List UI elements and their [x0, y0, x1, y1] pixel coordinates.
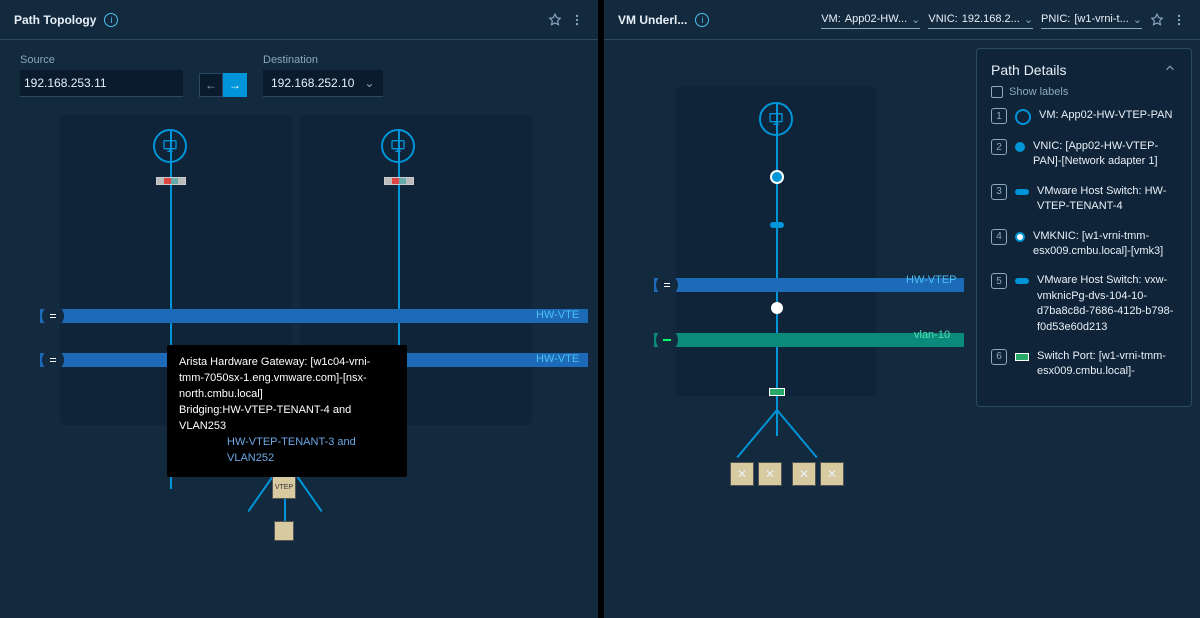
step-number: 1	[991, 108, 1007, 124]
select-value: [w1-vrni-t...	[1074, 13, 1128, 25]
router-icon[interactable]: ✕	[730, 462, 754, 486]
path-detail-item: 6 Switch Port: [w1-vrni-tmm-esx009.cmbu.…	[991, 349, 1177, 380]
select-prefix: PNIC:	[1041, 13, 1070, 25]
hbar-label: HW-VTE	[536, 353, 579, 365]
select-prefix: VNIC:	[928, 13, 957, 25]
left-panel-header: Path Topology i	[0, 0, 598, 40]
source-label: Source	[20, 54, 183, 66]
step-number: 4	[991, 229, 1007, 245]
path-detail-item: 2 VNIC: [App02-HW-VTEP-PAN]-[Network ada…	[991, 139, 1177, 170]
step-text[interactable]: VMware Host Switch: HW-VTEP-TENANT-4	[1037, 184, 1177, 215]
tooltip-line: HW-VTEP-TENANT-3 and VLAN252	[179, 435, 395, 467]
hbar-label: HW-VTEP	[906, 274, 957, 286]
info-icon[interactable]: i	[104, 13, 118, 27]
info-icon[interactable]: i	[695, 13, 709, 27]
node-tooltip: Arista Hardware Gateway: [w1c04-vrni-tmm…	[167, 345, 407, 477]
router-label: VTEP	[275, 484, 293, 491]
topology-vline	[776, 409, 817, 458]
step-icon-switch	[1015, 189, 1029, 195]
path-details-panel: Path Details Show labels 1 VM: App02-HW-…	[976, 48, 1192, 407]
step-text[interactable]: VNIC: [App02-HW-VTEP-PAN]-[Network adapt…	[1033, 139, 1177, 170]
destination-field-group: Destination 192.168.252.10 ⌄	[263, 54, 383, 97]
right-panel-header: VM Underl... i VM: App02-HW... ⌄ VNIC: 1…	[604, 0, 1200, 40]
step-text[interactable]: VMware Host Switch: vxw-vmknicPg-dvs-104…	[1037, 273, 1177, 335]
vnic-select[interactable]: VNIC: 192.168.2... ⌄	[928, 11, 1033, 29]
hbar-label: HW-VTE	[536, 309, 579, 321]
pin-icon[interactable]	[1150, 13, 1164, 27]
checkbox-icon	[991, 86, 1003, 98]
router-icon[interactable]: VTEP	[272, 475, 296, 499]
topology-vline	[736, 409, 777, 458]
chevron-down-icon: ⌄	[364, 76, 374, 90]
show-labels-checkbox[interactable]: Show labels	[991, 86, 1177, 98]
step-icon-vmknic	[1015, 232, 1025, 242]
step-text[interactable]: VMKNIC: [w1-vrni-tmm-esx009.cmbu.local]-…	[1033, 229, 1177, 260]
select-prefix: VM:	[821, 13, 841, 25]
direction-right-button[interactable]: →	[223, 73, 247, 97]
hbar-top[interactable]	[40, 309, 588, 323]
destination-select[interactable]: 192.168.252.10 ⌄	[263, 70, 383, 97]
select-value: App02-HW...	[845, 13, 907, 25]
step-icon-vm	[1015, 109, 1031, 125]
pin-icon[interactable]	[548, 13, 562, 27]
destination-label: Destination	[263, 54, 383, 66]
show-labels-text: Show labels	[1009, 86, 1068, 98]
collapse-icon[interactable]	[1163, 61, 1177, 78]
host-switch-icon[interactable]	[770, 222, 784, 228]
vm-select[interactable]: VM: App02-HW... ⌄	[821, 11, 920, 29]
vm-icon[interactable]	[759, 102, 793, 136]
router-icon[interactable]: ✕	[820, 462, 844, 486]
source-input[interactable]	[20, 70, 183, 97]
vnic-icon[interactable]	[156, 177, 186, 185]
destination-value: 192.168.252.10	[271, 76, 354, 90]
address-controls: Source ← → Destination 192.168.252.10 ⌄	[0, 40, 598, 115]
direction-left-button[interactable]: ←	[199, 73, 223, 97]
left-topology-canvas[interactable]: HW-VTE HW-VTE VTEP Arista Hardware Gatew…	[0, 115, 598, 618]
step-icon-port	[1015, 353, 1029, 361]
switch-icon	[42, 349, 64, 371]
step-icon-switch	[1015, 278, 1029, 284]
router-icon[interactable]: ✕	[792, 462, 816, 486]
step-number: 3	[991, 184, 1007, 200]
vnic-dot-icon[interactable]	[770, 170, 784, 184]
step-text[interactable]: VM: App02-HW-VTEP-PAN	[1039, 108, 1172, 123]
more-icon[interactable]	[570, 13, 584, 27]
path-topology-panel: Path Topology i Source ← → Destination 1…	[0, 0, 598, 618]
more-icon[interactable]	[1172, 13, 1186, 27]
select-value: 192.168.2...	[962, 13, 1020, 25]
chevron-down-icon: ⌄	[911, 13, 920, 26]
step-number: 5	[991, 273, 1007, 289]
vlan-icon	[656, 329, 678, 351]
path-details-title: Path Details	[991, 62, 1066, 78]
router-icon[interactable]	[274, 521, 294, 541]
vmknic-dot-icon[interactable]	[771, 302, 783, 314]
chevron-down-icon: ⌄	[1024, 13, 1033, 26]
switch-icon	[42, 305, 64, 327]
path-detail-item: 5 VMware Host Switch: vxw-vmknicPg-dvs-1…	[991, 273, 1177, 335]
step-icon-vnic	[1015, 142, 1025, 152]
router-icon[interactable]: ✕	[758, 462, 782, 486]
tooltip-line: Arista Hardware Gateway: [w1c04-vrni-tmm…	[179, 355, 395, 403]
vnic-icon[interactable]	[384, 177, 414, 185]
left-panel-title: Path Topology	[14, 13, 96, 27]
vm-underlay-panel: VM Underl... i VM: App02-HW... ⌄ VNIC: 1…	[604, 0, 1200, 618]
path-detail-item: 4 VMKNIC: [w1-vrni-tmm-esx009.cmbu.local…	[991, 229, 1177, 260]
topology-vline	[776, 102, 778, 436]
chevron-down-icon: ⌄	[1133, 13, 1142, 26]
vm-icon[interactable]	[153, 129, 187, 163]
step-number: 6	[991, 349, 1007, 365]
switch-port-icon[interactable]	[769, 388, 785, 396]
switch-icon	[656, 274, 678, 296]
tooltip-line: Bridging:HW-VTEP-TENANT-4 and VLAN253	[179, 403, 395, 435]
source-field-group: Source	[20, 54, 183, 97]
step-text[interactable]: Switch Port: [w1-vrni-tmm-esx009.cmbu.lo…	[1037, 349, 1177, 380]
path-detail-item: 1 VM: App02-HW-VTEP-PAN	[991, 108, 1177, 125]
pnic-select[interactable]: PNIC: [w1-vrni-t... ⌄	[1041, 11, 1142, 29]
step-number: 2	[991, 139, 1007, 155]
direction-toggle: ← →	[199, 73, 247, 97]
path-detail-item: 3 VMware Host Switch: HW-VTEP-TENANT-4	[991, 184, 1177, 215]
right-panel-title: VM Underl...	[618, 13, 687, 27]
vm-icon[interactable]	[381, 129, 415, 163]
hbar-label: vlan-10	[914, 329, 950, 341]
